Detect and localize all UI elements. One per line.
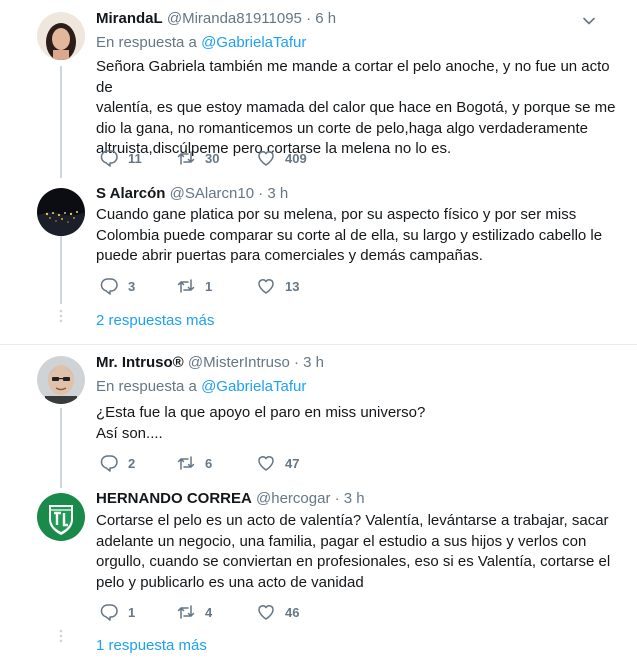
author-name[interactable]: HERNANDO CORREA	[96, 490, 252, 507]
tweet[interactable]: HERNANDO CORREA @hercogar · 3 h Cortarse…	[0, 485, 637, 667]
like-button[interactable]: 47	[256, 453, 299, 473]
tweet-text-line: Cuando gane platica por su melena, por s…	[96, 206, 577, 223]
tweet-header: Mr. Intruso® @MisterIntruso · 3 h	[96, 354, 324, 371]
retweet-button[interactable]: 6	[176, 453, 212, 473]
like-count: 46	[285, 604, 300, 620]
like-icon	[258, 279, 274, 294]
tweet-text-line: ¿Esta fue la que apoyo el paro en miss u…	[96, 404, 426, 421]
reply-button[interactable]: 3	[99, 276, 135, 296]
tweet-text-line: valentía, es que estoy mamada del calor …	[96, 99, 616, 116]
tweet[interactable]: MirandaL @Miranda81911095 · 6 h En respu…	[0, 0, 637, 180]
reply-icon	[100, 604, 118, 621]
avatar[interactable]	[37, 12, 85, 60]
like-count: 13	[285, 278, 300, 294]
show-more-replies-link[interactable]: 2 respuestas más	[96, 312, 214, 329]
mention-link[interactable]: @GabrielaTafur	[201, 378, 306, 395]
tweet-header: MirandaL @Miranda81911095 · 6 h	[96, 10, 336, 27]
tweet-text-line: altruista,discúlpeme pero cortarse la me…	[96, 140, 452, 157]
tweet-text-line: adelante un negocio, una familia, pagar …	[96, 532, 587, 550]
timestamp[interactable]: 6 h	[315, 10, 336, 27]
separator-dot: ·	[258, 185, 264, 202]
like-icon	[258, 151, 274, 166]
retweet-button[interactable]: 30	[176, 148, 219, 168]
mention-link[interactable]: @GabrielaTafur	[201, 34, 306, 51]
tweet-text-line: puede abrir puertas para comerciales y d…	[96, 247, 483, 264]
tweet[interactable]: Mr. Intruso® @MisterIntruso · 3 h En res…	[0, 345, 637, 485]
tweet-text: Cuando gane platica por su melena, por s…	[96, 205, 616, 267]
author-handle[interactable]: @Miranda81911095	[167, 10, 302, 27]
retweet-icon	[177, 456, 195, 470]
tweet-text-line: dio la gana, no romanticemos un corte de…	[96, 119, 588, 137]
chevron-down-icon[interactable]	[582, 14, 596, 28]
separator-dot: ·	[334, 490, 340, 507]
reply-context: En respuesta a @GabrielaTafur	[96, 34, 306, 51]
reply-count: 2	[128, 455, 136, 471]
avatar[interactable]	[37, 356, 85, 404]
retweet-count: 6	[205, 455, 213, 471]
avatar[interactable]	[37, 493, 85, 541]
reply-context: En respuesta a @GabrielaTafur	[96, 378, 306, 395]
tweet-text-line: Cortarse el pelo es un acto de valentía?…	[96, 512, 609, 529]
retweet-count: 30	[205, 150, 220, 166]
like-icon	[258, 605, 274, 620]
reply-icon	[100, 455, 118, 472]
like-icon	[258, 456, 274, 471]
author-handle[interactable]: @MisterIntruso	[188, 354, 290, 371]
like-count: 47	[285, 455, 300, 471]
retweet-icon	[177, 605, 195, 619]
like-button[interactable]: 13	[256, 276, 299, 296]
avatar[interactable]	[37, 188, 85, 236]
tweet-text: Cortarse el pelo es un acto de valentía?…	[96, 511, 616, 593]
retweet-icon	[177, 279, 195, 293]
tweet-text: ¿Esta fue la que apoyo el paro en miss u…	[96, 403, 616, 444]
tweet-text-line: Colombia puede comparar su corte al de e…	[96, 226, 603, 244]
reply-button[interactable]: 2	[99, 453, 135, 473]
author-handle[interactable]: @SAlarcn10	[170, 185, 254, 202]
like-button[interactable]: 409	[256, 148, 307, 168]
tweet-text-line: pelo y publicarlo es una acto de vanidad	[96, 573, 364, 591]
reply-icon	[100, 278, 118, 295]
reply-count: 1	[128, 604, 136, 620]
retweet-count: 1	[205, 278, 213, 294]
tweet-text: Señora Gabriela también me mande a corta…	[96, 57, 616, 160]
reply-count: 11	[128, 150, 142, 166]
like-button[interactable]: 46	[256, 602, 299, 622]
reply-icon	[100, 150, 118, 167]
timestamp[interactable]: 3 h	[303, 354, 324, 371]
reply-prefix: En respuesta a	[96, 34, 202, 51]
timestamp[interactable]: 3 h	[267, 185, 288, 202]
separator-dot: ·	[306, 10, 312, 27]
tweet-text-line: orgullo, cuando se conviertan en profesi…	[96, 553, 611, 570]
retweet-button[interactable]: 1	[176, 276, 212, 296]
separator-dot: ·	[294, 354, 299, 371]
retweet-count: 4	[205, 604, 213, 620]
reply-prefix: En respuesta a	[96, 378, 202, 395]
show-more-replies-link[interactable]: 1 respuesta más	[96, 637, 207, 654]
tweet-header: S Alarcón @SAlarcn10 · 3 h	[96, 185, 288, 202]
reply-button[interactable]: 11	[99, 148, 142, 168]
author-handle[interactable]: @hercogar	[256, 490, 330, 507]
reply-button[interactable]: 1	[99, 602, 135, 622]
author-name[interactable]: MirandaL	[96, 10, 163, 27]
retweet-icon	[177, 151, 195, 165]
like-count: 409	[285, 150, 307, 166]
tweet-text-line: Así son....	[96, 424, 163, 442]
timestamp[interactable]: 3 h	[344, 490, 365, 507]
author-name[interactable]: Mr. Intruso®	[96, 354, 184, 371]
author-name[interactable]: S Alarcón	[96, 185, 165, 202]
tweet[interactable]: S Alarcón @SAlarcn10 · 3 h Cuando gane p…	[0, 180, 637, 340]
reply-count: 3	[128, 278, 136, 294]
retweet-button[interactable]: 4	[176, 602, 212, 622]
tweet-text-line: Señora Gabriela también me mande a corta…	[96, 58, 610, 96]
tweet-header: HERNANDO CORREA @hercogar · 3 h	[96, 490, 365, 507]
